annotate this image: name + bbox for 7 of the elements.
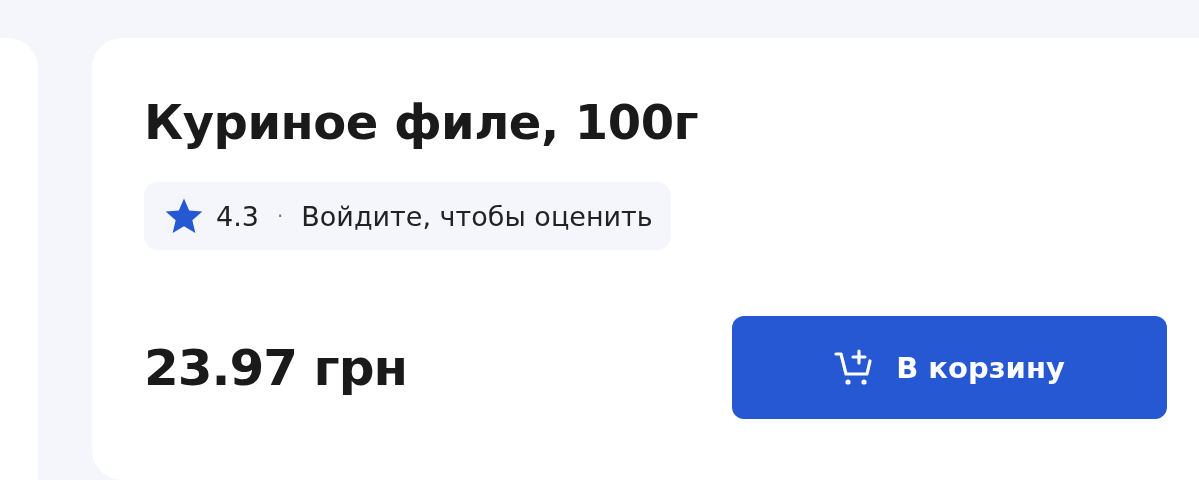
product-title: Куриное филе, 100г (144, 93, 700, 152)
add-to-cart-button[interactable]: В корзину (732, 316, 1167, 419)
separator-dot: · (276, 204, 284, 228)
cart-plus-icon (834, 347, 875, 388)
rating-value: 4.3 (216, 200, 259, 232)
rating-prompt: Войдите, чтобы оценить (301, 200, 653, 232)
product-price: 23.97 грн (144, 338, 408, 397)
